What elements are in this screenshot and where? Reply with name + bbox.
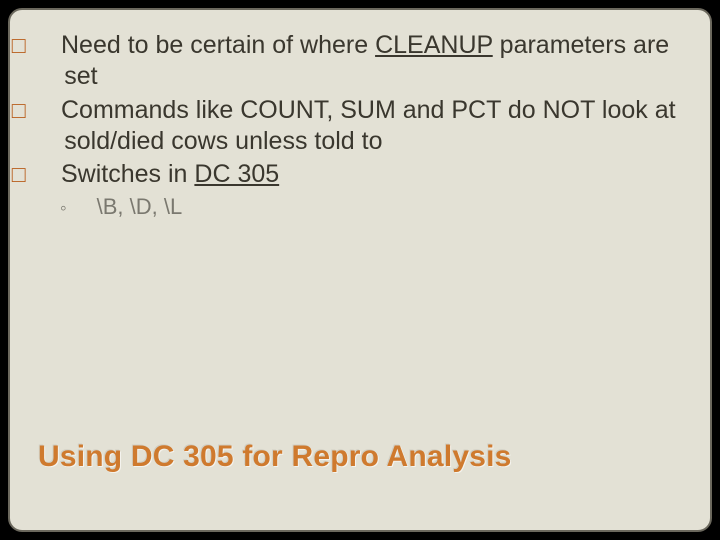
bullet-list: □Need to be certain of where CLEANUP par… bbox=[38, 30, 682, 220]
sub-bullet-marker-icon: ◦ bbox=[80, 197, 97, 219]
bullet-item: □Need to be certain of where CLEANUP par… bbox=[38, 30, 682, 93]
sub-bullet-item: ◦\B, \D, \L bbox=[38, 194, 682, 220]
bullet-text-link: CLEANUP bbox=[375, 31, 493, 59]
bullet-text: Need to be certain of where bbox=[61, 31, 375, 59]
slide-title: Using DC 305 for Repro Analysis bbox=[38, 440, 682, 474]
bullet-marker-icon: □ bbox=[38, 31, 61, 60]
bullet-marker-icon: □ bbox=[38, 96, 61, 125]
bullet-text: Switches in bbox=[61, 160, 194, 188]
bullet-text: Commands like COUNT, SUM and PCT do NOT … bbox=[61, 96, 676, 155]
bullet-item: □Switches in DC 305 bbox=[38, 159, 682, 190]
bullet-marker-icon: □ bbox=[38, 160, 61, 189]
slide-frame: □Need to be certain of where CLEANUP par… bbox=[8, 8, 712, 532]
sub-bullet-text: \B, \D, \L bbox=[97, 194, 183, 219]
bullet-text-link: DC 305 bbox=[194, 160, 279, 188]
bullet-item: □Commands like COUNT, SUM and PCT do NOT… bbox=[38, 95, 682, 158]
